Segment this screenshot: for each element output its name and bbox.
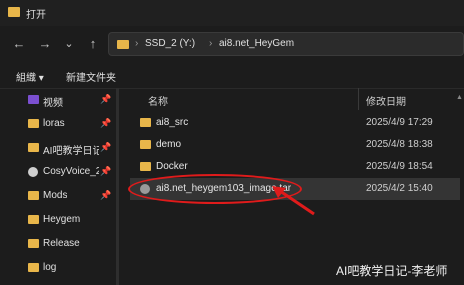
column-divider[interactable] (358, 88, 359, 110)
pin-icon: 📌 (100, 166, 112, 176)
sidebar-item-release[interactable]: Release (28, 234, 114, 256)
up-button[interactable]: ↑ (84, 35, 102, 53)
organize-button[interactable]: 組織 ▾ (16, 69, 44, 84)
column-header-name[interactable]: 名称 (148, 93, 168, 108)
file-row[interactable]: demo 2025/4/8 18:38 (130, 134, 460, 156)
file-name: demo (156, 139, 182, 150)
sidebar-item-label: log (43, 262, 57, 273)
sidebar-item-label: 视频 (43, 98, 63, 109)
sidebar-item-mods[interactable]: Mods 📌 (28, 186, 114, 208)
folder-icon (140, 140, 151, 149)
file-date: 2025/4/9 17:29 (366, 117, 433, 128)
file-date: 2025/4/9 18:54 (366, 161, 433, 172)
navigation-bar: ← → ⌄ ↑ › SSD_2 (Y:) › ai8.net_HeyGem (0, 26, 464, 62)
address-bar[interactable]: › SSD_2 (Y:) › ai8.net_HeyGem (108, 32, 464, 56)
sidebar: 视频 📌 loras 📌 AI吧教学日记 📌 CosyVoice_2 📌 Mod… (0, 88, 120, 285)
pin-icon: 📌 (100, 142, 112, 152)
pointer-arrow-icon (272, 186, 315, 216)
folder-icon (140, 118, 151, 127)
folder-icon (28, 191, 39, 200)
folder-icon (28, 239, 39, 248)
toolbar: 組織 ▾ 新建文件夹 (0, 62, 464, 89)
file-name: Docker (156, 161, 188, 172)
sidebar-item-label: Heygem (43, 214, 81, 225)
sidebar-item-label: AI吧教学日记 (43, 146, 99, 157)
folder-icon (28, 215, 39, 224)
folder-icon (28, 263, 39, 272)
pin-icon: 📌 (100, 94, 112, 104)
forward-button[interactable]: → (36, 35, 54, 53)
file-date: 2025/4/8 18:38 (366, 139, 433, 150)
window-title: 打开 (26, 10, 46, 21)
file-name: ai8_src (156, 117, 189, 128)
column-header-modified[interactable]: 修改日期 (366, 93, 406, 108)
sidebar-item-videos[interactable]: 视频 📌 (28, 90, 114, 112)
sidebar-item-label: CosyVoice_2 (43, 166, 99, 177)
app-icon (28, 167, 38, 177)
breadcrumb-folder[interactable]: ai8.net_HeyGem (219, 38, 294, 49)
breadcrumb-separator: › (209, 38, 213, 49)
sidebar-item-loras[interactable]: loras 📌 (28, 114, 114, 136)
sidebar-item-label: Mods (43, 190, 68, 201)
scroll-up-icon[interactable]: ▲ (456, 94, 463, 101)
folder-icon (8, 7, 20, 17)
file-date: 2025/4/2 15:40 (366, 183, 433, 194)
sidebar-item-log[interactable]: log (28, 258, 114, 280)
breadcrumb-drive[interactable]: SSD_2 (Y:) (145, 38, 195, 49)
pin-icon: 📌 (100, 190, 112, 200)
sidebar-item-label: loras (43, 118, 65, 129)
title-bar: 打开 (0, 0, 464, 26)
pin-icon: 📌 (100, 118, 112, 128)
breadcrumb-separator: › (135, 38, 139, 49)
watermark: AI吧教学日记-李老师 (336, 264, 448, 278)
file-row[interactable]: ai8_src 2025/4/9 17:29 (130, 112, 460, 134)
folder-icon (28, 143, 39, 152)
folder-icon (28, 119, 39, 128)
folder-icon (117, 40, 129, 49)
sidebar-scrollbar[interactable] (116, 88, 119, 285)
folder-icon (140, 162, 151, 171)
sidebar-item-label: Release (43, 238, 80, 249)
sidebar-item-heygem[interactable]: Heygem (28, 210, 114, 232)
video-folder-icon (28, 95, 39, 104)
back-button[interactable]: ← (10, 35, 28, 53)
new-folder-button[interactable]: 新建文件夹 (66, 69, 116, 84)
sidebar-item-cosyvoice[interactable]: CosyVoice_2 📌 (28, 162, 114, 184)
sidebar-item-ai-diary[interactable]: AI吧教学日记 📌 (28, 138, 114, 160)
recent-locations-dropdown[interactable]: ⌄ (60, 35, 78, 53)
